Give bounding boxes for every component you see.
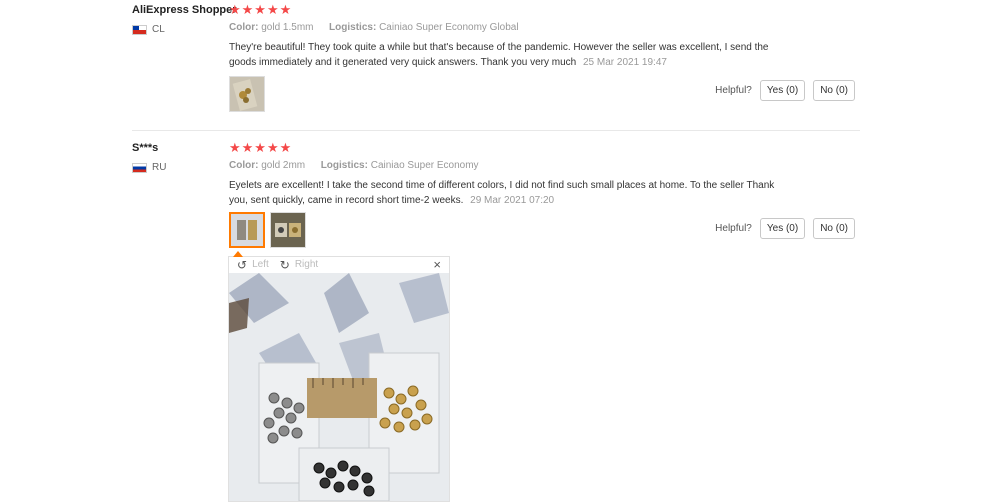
logistics-value: Cainiao Super Economy Global (379, 22, 519, 33)
review-text: Eyelets are excellent! I take the second… (229, 178, 789, 208)
helpful-no-button[interactable]: No (0) (813, 218, 855, 239)
logistics-label: Logistics: (320, 160, 368, 171)
viewer-photo (229, 273, 449, 501)
flag-icon (132, 24, 147, 35)
review-date: 25 Mar 2021 19:47 (583, 57, 667, 68)
photo-viewer: ↺ Left ↻ Right × (228, 251, 450, 502)
review-date: 29 Mar 2021 07:20 (470, 195, 555, 206)
helpful-yes-button[interactable]: Yes (0) (759, 80, 806, 101)
reviewer-name: AliExpress Shopper (132, 4, 237, 16)
review-body: They're beautiful! They took quite a whi… (229, 42, 769, 68)
helpful-yes-button[interactable]: Yes (0) (759, 218, 806, 239)
review-photo-thumb[interactable] (270, 212, 306, 248)
star-rating: ★★★★★ (229, 2, 293, 17)
color-label: Color: (229, 160, 259, 171)
helpful-label: Helpful? (715, 85, 752, 96)
order-attributes: Color: gold 2mm Logistics: Cainiao Super… (229, 160, 479, 171)
rotate-left-icon[interactable]: ↺ (237, 258, 247, 272)
helpful-label: Helpful? (715, 223, 752, 234)
logistics-value: Cainiao Super Economy (370, 160, 479, 171)
reviewer-country: RU (132, 162, 166, 173)
review-text: They're beautiful! They took quite a whi… (229, 40, 789, 70)
review-item: S***s RU ★★★★★ Color: gold 2mm Logistics… (132, 138, 860, 502)
flag-icon (132, 162, 147, 173)
country-code: CL (152, 24, 165, 35)
photo-image (229, 273, 449, 501)
color-value: gold 1.5mm (261, 22, 314, 33)
reviewer-name: S***s (132, 142, 159, 154)
rotate-left-label[interactable]: Left (252, 259, 269, 270)
helpful-no-button[interactable]: No (0) (813, 80, 855, 101)
review-photos (229, 212, 306, 248)
photo-icon (231, 214, 263, 246)
reviewer-country: CL (132, 24, 165, 35)
review-photos (229, 76, 265, 112)
close-icon[interactable]: × (433, 257, 441, 272)
rotate-right-label[interactable]: Right (295, 259, 318, 270)
viewer-toolbar: ↺ Left ↻ Right (229, 257, 449, 272)
viewer-pointer (233, 251, 243, 257)
order-attributes: Color: gold 1.5mm Logistics: Cainiao Sup… (229, 22, 519, 33)
rotate-right-icon[interactable]: ↻ (280, 258, 290, 272)
country-code: RU (152, 162, 167, 173)
helpful-section: Helpful? Yes (0) No (0) (715, 80, 855, 101)
photo-icon (271, 213, 305, 247)
review-photo-thumb-selected[interactable] (229, 212, 265, 248)
review-photo-thumb[interactable] (229, 76, 265, 112)
helpful-section: Helpful? Yes (0) No (0) (715, 218, 855, 239)
photo-icon (230, 77, 264, 111)
color-label: Color: (229, 22, 259, 33)
star-rating: ★★★★★ (229, 140, 293, 155)
review-item: AliExpress Shopper CL ★★★★★ Color: gold … (132, 0, 860, 131)
color-value: gold 2mm (261, 160, 306, 171)
logistics-label: Logistics: (329, 22, 377, 33)
